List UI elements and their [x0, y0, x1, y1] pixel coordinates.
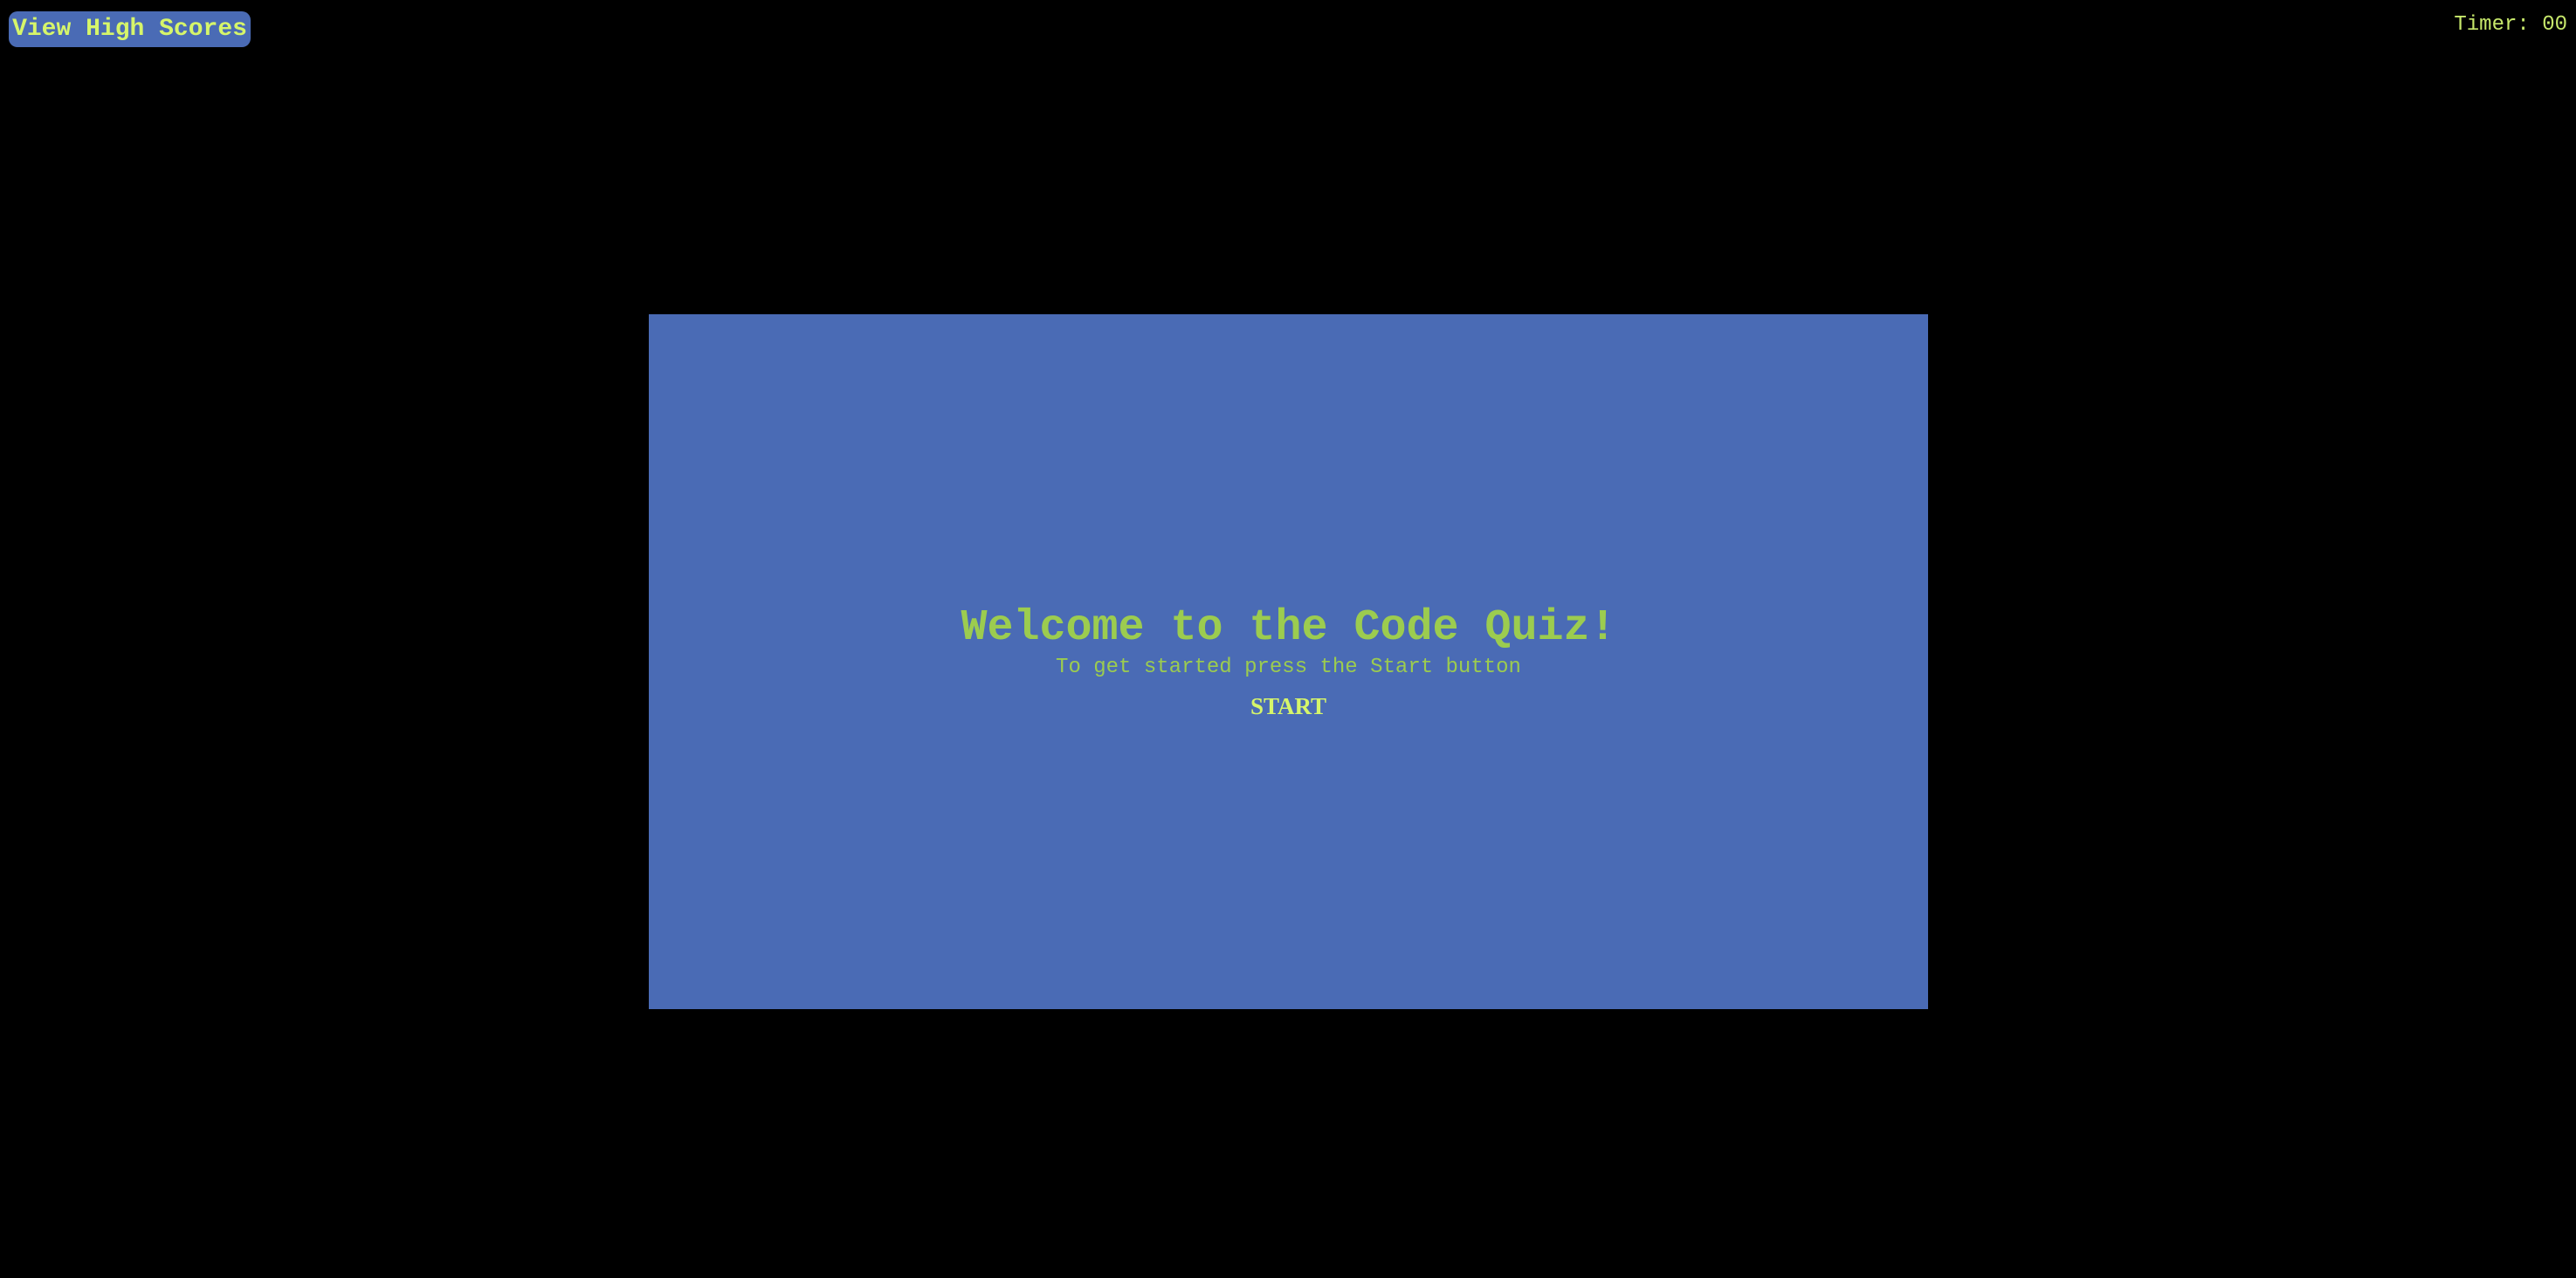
page: View High Scores Timer: 00 Welcome to th…: [0, 0, 2576, 1278]
quiz-card: Welcome to the Code Quiz! To get started…: [649, 314, 1928, 1009]
welcome-panel: Welcome to the Code Quiz! To get started…: [649, 602, 1928, 721]
quiz-subtitle: To get started press the Start button: [1056, 656, 1521, 679]
timer-display: Timer: 00: [2454, 13, 2567, 37]
start-button[interactable]: START: [1245, 691, 1332, 721]
quiz-title: Welcome to the Code Quiz!: [961, 603, 1616, 653]
view-high-scores-button[interactable]: View High Scores: [9, 11, 251, 47]
